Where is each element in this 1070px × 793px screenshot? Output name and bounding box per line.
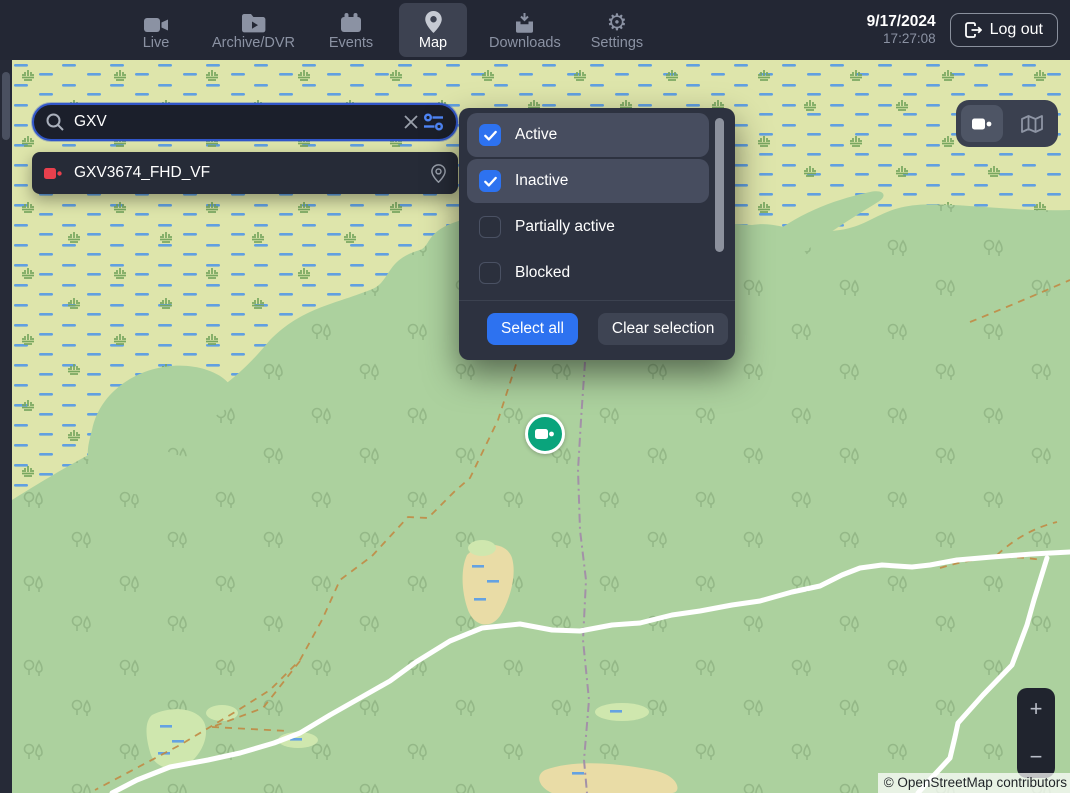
settings-gear-icon: ⚙ [607, 9, 628, 33]
archive-dvr-icon [242, 9, 266, 33]
search-result-row[interactable]: GXV3674_FHD_VF [32, 152, 458, 194]
check-icon [484, 176, 497, 187]
checkbox-active[interactable] [479, 124, 501, 146]
check-icon [484, 130, 497, 141]
nav-tab-downloads[interactable]: Downloads [481, 3, 569, 57]
clear-search-button[interactable] [401, 112, 421, 132]
filter-option-label: Active [515, 126, 557, 144]
osm-attribution-link[interactable]: © OpenStreetMap contributors [878, 773, 1070, 793]
map-view-button[interactable] [1011, 105, 1053, 142]
vertical-scrollbar[interactable] [0, 60, 12, 793]
live-camera-icon [144, 9, 169, 33]
current-date: 9/17/2024 [867, 12, 936, 31]
camera-marker[interactable] [525, 414, 565, 454]
filter-button[interactable] [421, 111, 446, 133]
nav-tab-events[interactable]: Events [317, 3, 385, 57]
nav-label: Downloads [489, 35, 561, 51]
filter-option-label: Blocked [515, 264, 570, 282]
dropdown-scrollbar[interactable] [715, 118, 724, 252]
map-view-icon [1021, 115, 1043, 133]
camera-view-icon [971, 117, 994, 131]
checkbox-inactive[interactable] [479, 170, 501, 192]
app-window: Live Archive/DVR Events Map [0, 0, 1070, 793]
current-time: 17:27:08 [867, 31, 936, 48]
downloads-icon [515, 9, 534, 33]
scrollbar-thumb[interactable] [2, 72, 10, 140]
filter-option-blocked[interactable]: Blocked [467, 251, 709, 295]
map-pin-icon [425, 9, 442, 33]
search-icon [46, 113, 64, 131]
close-icon [403, 114, 419, 130]
location-pin-icon[interactable] [431, 164, 446, 183]
clear-selection-button[interactable]: Clear selection [598, 313, 729, 345]
logout-icon [965, 22, 982, 38]
nav-label: Archive/DVR [212, 35, 295, 51]
camera-view-button[interactable] [961, 105, 1003, 142]
nav-label: Map [419, 35, 447, 51]
main-nav: Live Archive/DVR Events Map [122, 3, 651, 57]
events-calendar-icon [341, 9, 361, 33]
datetime-display: 9/17/2024 17:27:08 [867, 12, 936, 48]
map-zoom-control: + − [1017, 688, 1055, 778]
zoom-in-button[interactable]: + [1024, 698, 1049, 720]
filter-option-label: Partially active [515, 218, 615, 236]
checkbox-blocked[interactable] [479, 262, 501, 284]
camera-result-icon [44, 167, 64, 180]
camera-name: GXV3674_FHD_VF [74, 164, 431, 182]
logout-button[interactable]: Log out [950, 13, 1058, 47]
zoom-out-button[interactable]: − [1024, 746, 1049, 768]
nav-label: Live [143, 35, 170, 51]
select-all-button[interactable]: Select all [487, 313, 578, 345]
top-navigation-bar: Live Archive/DVR Events Map [0, 0, 1070, 60]
status-filter-dropdown: Active Inactive Partially active Blocked [459, 108, 735, 360]
filter-option-active[interactable]: Active [467, 113, 709, 157]
checkbox-partially-active[interactable] [479, 216, 501, 238]
filter-option-inactive[interactable]: Inactive [467, 159, 709, 203]
filter-option-partially-active[interactable]: Partially active [467, 205, 709, 249]
nav-tab-map[interactable]: Map [399, 3, 467, 57]
view-mode-toggle [956, 100, 1058, 147]
search-input[interactable] [72, 112, 401, 132]
camera-search-bar [32, 103, 458, 141]
filter-sliders-icon [423, 113, 444, 131]
nav-tab-live[interactable]: Live [122, 3, 190, 57]
nav-label: Events [329, 35, 373, 51]
camera-icon [534, 427, 556, 441]
nav-label: Settings [591, 35, 643, 51]
nav-tab-archive-dvr[interactable]: Archive/DVR [204, 3, 303, 57]
filter-option-label: Inactive [515, 172, 568, 190]
logout-label: Log out [990, 21, 1043, 39]
nav-tab-settings[interactable]: ⚙ Settings [583, 3, 651, 57]
